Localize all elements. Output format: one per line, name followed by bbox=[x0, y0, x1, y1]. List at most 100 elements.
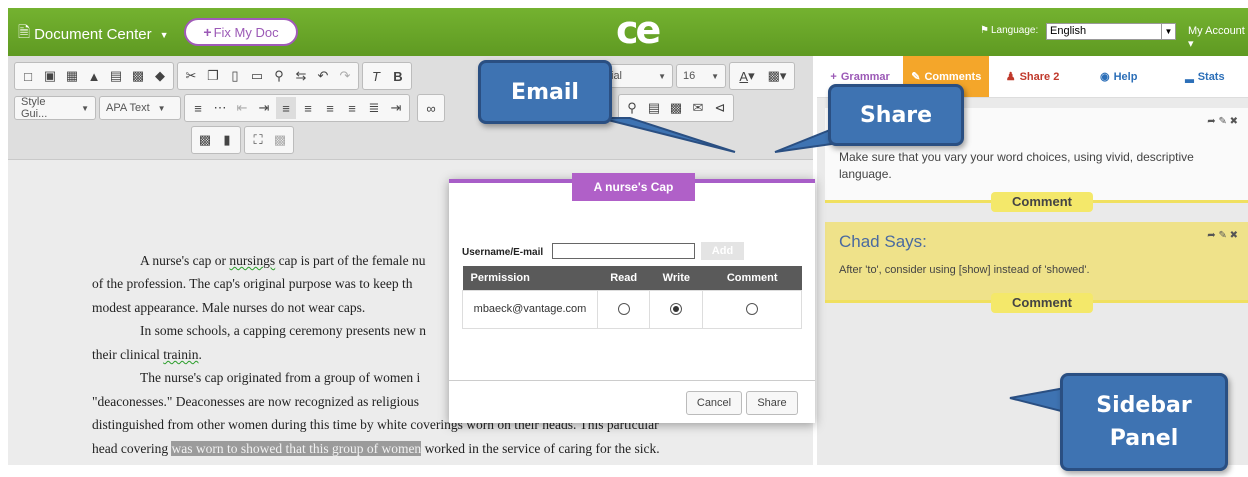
paragraph-line: A nurse's cap or nursings cap is part of… bbox=[140, 253, 426, 269]
preview-icon[interactable]: ⚲ bbox=[622, 97, 642, 119]
color-tools: A ▾ ▩▾ bbox=[729, 62, 795, 90]
chad-says-card: ➦ ✎ ✖ Chad Says: After 'to', consider us… bbox=[825, 222, 1248, 313]
column-header: Permission bbox=[462, 266, 598, 290]
logo: ce bbox=[616, 8, 661, 52]
paste-text-icon[interactable]: ▭ bbox=[247, 65, 267, 87]
share-button[interactable]: Share bbox=[746, 391, 798, 415]
font-size-value: 16 bbox=[683, 70, 696, 82]
bulleted-list-icon[interactable]: ⋯ bbox=[210, 97, 230, 119]
paragraph-line: of the profession. The cap's original pu… bbox=[92, 276, 413, 291]
share-icon[interactable]: ⊲ bbox=[710, 97, 730, 119]
write-radio[interactable] bbox=[670, 303, 683, 316]
upload-icon[interactable]: ▲ bbox=[84, 65, 104, 87]
chevron-down-icon: ▼ bbox=[81, 103, 89, 113]
text: cap is part of the female nu bbox=[275, 253, 426, 268]
card-title: Chad Says: bbox=[839, 232, 927, 251]
language-value: English bbox=[1050, 25, 1087, 37]
copy-icon[interactable]: ❐ bbox=[203, 65, 223, 87]
bold-icon[interactable]: B bbox=[388, 65, 408, 87]
apa-text-select[interactable]: APA Text ▼ bbox=[99, 96, 181, 120]
plus-icon: + bbox=[830, 70, 837, 83]
redo-icon[interactable]: ↷ bbox=[335, 65, 355, 87]
column-header: Read bbox=[597, 266, 650, 290]
edit-tools: ✂ ❐ ▯ ▭ ⚲ ⇆ ↶ ↷ bbox=[177, 62, 359, 90]
table-row: mbaeck@vantage.com bbox=[462, 289, 802, 329]
increase-indent-icon[interactable]: ⇥ bbox=[254, 97, 274, 119]
text-color-icon[interactable]: A ▾ bbox=[733, 65, 761, 87]
suggestion-line: language. bbox=[839, 167, 892, 181]
undo-icon[interactable]: ↶ bbox=[313, 65, 333, 87]
apa-text-value: APA Text bbox=[106, 102, 150, 114]
clear-format-icon[interactable]: T bbox=[366, 65, 386, 87]
read-cell bbox=[596, 289, 651, 329]
comment-button[interactable]: Comment bbox=[991, 293, 1093, 313]
add-button[interactable]: Add bbox=[701, 242, 744, 260]
numbered-list-icon[interactable]: ≡ bbox=[188, 97, 208, 119]
style-guide-value: Style Gui... bbox=[21, 96, 48, 120]
fullscreen-icon[interactable]: ⛶ bbox=[248, 129, 268, 151]
share-tools: ⚲ ▤ ▩ ✉ ⊲ bbox=[618, 94, 734, 122]
comment-button[interactable]: Comment bbox=[991, 192, 1093, 212]
text: their clinical bbox=[92, 347, 164, 362]
rtl-icon[interactable]: ⇥ bbox=[386, 97, 406, 119]
card-action-icons[interactable]: ➦ ✎ ✖ bbox=[1207, 230, 1238, 241]
tag-icon[interactable]: ◆ bbox=[150, 65, 170, 87]
callout-line: Panel bbox=[1109, 426, 1179, 451]
tab-help[interactable]: ◉ Help bbox=[1076, 56, 1162, 97]
tab-stats[interactable]: ▂ Stats bbox=[1162, 56, 1248, 97]
document-center-menu[interactable]: 🗎 Document Center ▼ bbox=[18, 22, 169, 47]
chevron-down-icon: ▼ bbox=[711, 71, 719, 81]
file-tools: □ ▣ ▦ ▲ ▤ ▩ ◆ bbox=[14, 62, 174, 90]
link-icon[interactable]: ∞ bbox=[421, 97, 441, 119]
table-header-row: Permission Read Write Comment bbox=[462, 266, 802, 290]
paragraph-line: The nurse's cap originated from a group … bbox=[140, 370, 421, 385]
page-break-icon[interactable]: ▩ bbox=[270, 129, 290, 151]
dialog-footer-divider bbox=[449, 380, 815, 381]
read-radio[interactable] bbox=[617, 303, 630, 316]
justify-icon[interactable]: ≡ bbox=[342, 97, 362, 119]
save-as-icon[interactable]: ▩ bbox=[128, 65, 148, 87]
cut-icon[interactable]: ✂ bbox=[181, 65, 201, 87]
search-icon[interactable]: ⚲ bbox=[269, 65, 289, 87]
fix-my-doc-button[interactable]: + Fix My Doc bbox=[184, 18, 298, 46]
fix-my-doc-label: Fix My Doc bbox=[213, 24, 279, 40]
my-account-menu[interactable]: My Account ▾ bbox=[1188, 25, 1248, 50]
paragraph-line: their clinical trainin. bbox=[92, 347, 202, 363]
language-label: Language: bbox=[990, 25, 1039, 36]
align-left-icon[interactable]: ≡ bbox=[276, 97, 296, 119]
paste-icon[interactable]: ▯ bbox=[225, 65, 245, 87]
email-icon[interactable]: ✉ bbox=[688, 97, 708, 119]
open-folder-icon[interactable]: ▣ bbox=[40, 65, 60, 87]
comment-radio[interactable] bbox=[746, 303, 759, 316]
replace-icon[interactable]: ⇆ bbox=[291, 65, 311, 87]
text: worked in the service of caring for the … bbox=[421, 441, 660, 456]
language-select[interactable]: English ▼ bbox=[1046, 23, 1176, 40]
new-document-icon[interactable]: □ bbox=[18, 65, 38, 87]
decrease-indent-icon[interactable]: ⇤ bbox=[232, 97, 252, 119]
language-label-group: ⚑ Language: bbox=[980, 25, 1038, 36]
align-center-icon[interactable]: ≡ bbox=[298, 97, 318, 119]
pdf-icon[interactable]: ▩ bbox=[666, 97, 686, 119]
format-tools: T B bbox=[362, 62, 412, 90]
font-size-select[interactable]: 16 ▼ bbox=[676, 64, 726, 88]
template-icon[interactable]: ▦ bbox=[62, 65, 82, 87]
print-icon[interactable]: ▤ bbox=[644, 97, 664, 119]
comment-tools: ▩ ▮ bbox=[191, 126, 241, 154]
cancel-button[interactable]: Cancel bbox=[686, 391, 742, 415]
username-input[interactable] bbox=[552, 243, 695, 259]
chevron-down-icon: ▼ bbox=[658, 71, 666, 81]
comment-icon[interactable]: ▮ bbox=[217, 129, 237, 151]
background-color-icon[interactable]: ▩▾ bbox=[763, 65, 791, 87]
username-label: Username/E-mail bbox=[462, 247, 544, 258]
bar-chart-icon: ▂ bbox=[1185, 71, 1194, 83]
card-action-icons[interactable]: ➦ ✎ ✖ bbox=[1207, 116, 1238, 127]
chevron-down-icon: ▼ bbox=[1161, 24, 1175, 39]
line-spacing-icon[interactable]: ≣ bbox=[364, 97, 384, 119]
callout-line: Sidebar bbox=[1096, 393, 1192, 418]
align-right-icon[interactable]: ≡ bbox=[320, 97, 340, 119]
tab-share[interactable]: ♟ Share 2 bbox=[989, 56, 1075, 97]
style-guide-select[interactable]: Style Gui... ▼ bbox=[14, 96, 96, 120]
save-icon[interactable]: ▤ bbox=[106, 65, 126, 87]
tab-label: Share 2 bbox=[1019, 70, 1060, 83]
track-changes-icon[interactable]: ▩ bbox=[195, 129, 215, 151]
